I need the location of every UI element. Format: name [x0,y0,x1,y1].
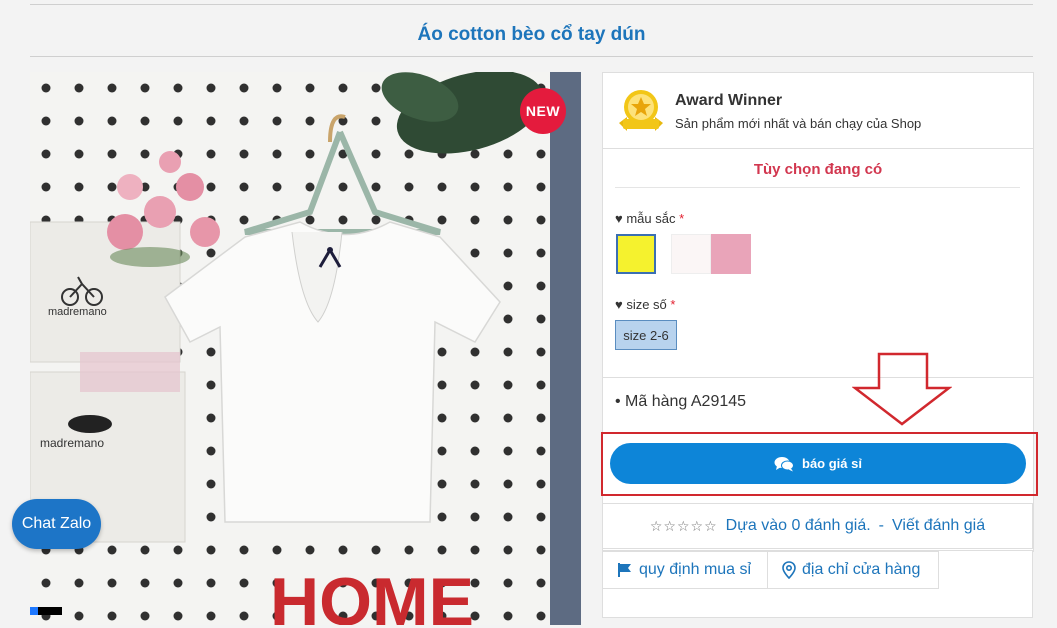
tab-wholesale-policy-label: quy định mua sỉ [639,561,752,578]
sku-divider [603,377,1033,378]
size-option-button[interactable]: size 2-6 [615,320,677,350]
options-heading: Tùy chọn đang có [753,161,883,178]
award-medal-icon [619,90,663,131]
size-label: ♥ size số * [615,297,675,312]
bag-brand-2: madremano [40,436,104,450]
rating-separator: - [878,517,884,534]
product-image[interactable]: madremano madremano HOME NEW [30,72,581,625]
new-badge: NEW [520,88,566,134]
wholesale-quote-button[interactable]: báo giá sỉ [610,443,1026,484]
award-subtitle: Sản phẩm mới nhất và bán chạy của Shop [675,116,922,131]
write-review-link[interactable]: Viết đánh giá [892,517,985,535]
slide-indicator-current [30,607,38,615]
color-swatch-yellow[interactable] [616,234,656,274]
award-title: Award Winner [675,92,783,109]
wholesale-quote-label: báo giá sỉ [802,456,862,471]
product-photo-illustration: madremano madremano HOME [30,72,581,625]
photo-home-text: HOME [270,564,474,625]
required-mark: * [670,297,676,312]
rating-bar: ☆☆☆☆☆ Dựa vào 0 đánh giá. - Viết đánh gi… [602,503,1033,549]
top-divider [30,4,1033,5]
size-label-text: ♥ size số [615,297,667,312]
map-pin-icon [782,561,796,579]
tab-wholesale-policy[interactable]: quy định mua sỉ [602,551,768,589]
color-swatch-pink[interactable] [711,234,751,274]
title-divider [30,56,1033,57]
color-label-text: ♥ mẫu sắc [615,211,676,226]
chat-bubbles-icon [774,456,795,471]
product-title: Áo cotton bèo cổ tay dún [417,24,646,45]
color-swatch-white[interactable] [671,234,711,274]
flag-icon [618,563,631,577]
color-label: ♥ mẫu sắc * [615,211,684,226]
required-mark: * [679,211,685,226]
award-block: Award Winner Sản phẩm mới nhất và bán ch… [603,73,1033,149]
tab-store-address[interactable]: địa chỉ cửa hàng [767,551,939,589]
slide-indicator[interactable] [30,607,62,615]
chat-zalo-button[interactable]: Chat Zalo [12,499,101,549]
info-tabs: quy định mua sỉ địa chỉ cửa hàng [602,550,1033,618]
rating-stars: ☆☆☆☆☆ [649,517,718,534]
options-divider [615,187,1020,188]
rating-summary-link[interactable]: Dựa vào 0 đánh giá. [726,517,871,535]
sku-text: • Mã hàng A29145 [615,393,747,410]
annotation-arrow-down-icon [852,352,952,426]
tab-store-address-label: địa chỉ cửa hàng [802,561,921,578]
bag-brand-1: madremano [48,306,107,318]
